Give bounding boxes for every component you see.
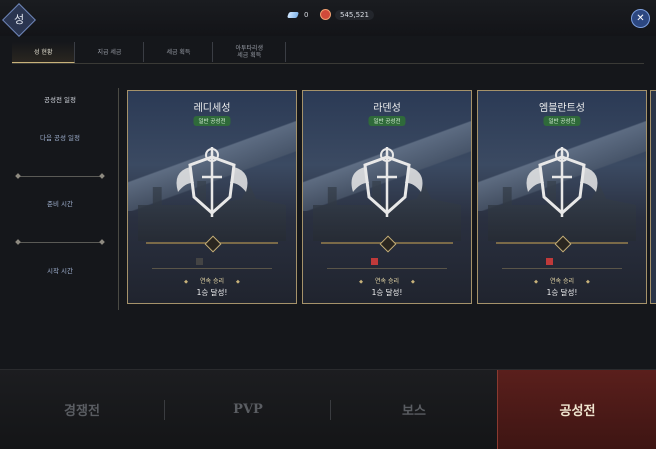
tab-atutari-tax[interactable]: 아투타리생 세금 획득	[213, 42, 287, 62]
siege-type-badge: 일반 공성전	[543, 116, 581, 126]
flag-icon	[371, 258, 378, 265]
tab-tax-earned[interactable]: 세금 획득	[144, 42, 214, 62]
siege-type-badge: 일반 공성전	[193, 116, 231, 126]
castle-card[interactable]: 라덴성 일반 공성전 연속 승리 1승 달성!	[302, 90, 472, 304]
shield-emblem-icon	[526, 147, 598, 217]
castle-card-partial[interactable]	[650, 90, 656, 304]
gem-currency: 0	[286, 8, 309, 21]
flag-icon	[546, 258, 553, 265]
nav-separator	[330, 400, 331, 420]
gem-icon	[286, 11, 300, 18]
tab-tax-paid[interactable]: 지급 세금	[75, 42, 145, 62]
side-start-time: 시작 시간	[47, 267, 73, 275]
siege-type-badge: 일반 공성전	[368, 116, 406, 126]
card-divider	[327, 268, 447, 269]
sidebar-divider	[118, 88, 119, 310]
castle-menu-label: 성	[13, 13, 25, 26]
shield-emblem-icon	[176, 147, 248, 217]
coin-icon	[320, 9, 331, 20]
nav-pvp[interactable]: PVP	[166, 370, 330, 449]
castle-card[interactable]: 레디세성 일반 공성전 연속 승리 1승 달성!	[127, 90, 297, 304]
streak-label: 연속 승리	[478, 276, 646, 285]
flag-icon	[196, 258, 203, 265]
streak-result: 1승 달성!	[196, 288, 228, 297]
castle-menu-button[interactable]: 성	[2, 3, 36, 37]
gold-count: 545,521	[335, 9, 374, 20]
tab-label: 성 현황	[34, 48, 53, 56]
streak-label: 연속 승리	[128, 276, 296, 285]
gold-currency: 545,521	[320, 8, 374, 21]
card-divider	[502, 268, 622, 269]
tab-label: 지급 세금	[97, 48, 122, 56]
close-button[interactable]: ✕	[631, 9, 650, 28]
streak-result: 1승 달성!	[371, 288, 403, 297]
castle-name: 라덴성	[373, 103, 401, 114]
tab-label: 세금 획득	[166, 48, 191, 56]
nav-boss[interactable]: 보스	[332, 370, 496, 449]
side-prep-time: 준비 시간	[47, 200, 73, 208]
side-divider	[18, 176, 102, 177]
castle-name: 엠블란트성	[539, 103, 585, 114]
top-bar: 성 0 545,521 ✕	[0, 0, 656, 37]
streak-label: 연속 승리	[303, 276, 471, 285]
tab-divider	[12, 63, 644, 64]
streak-result: 1승 달성!	[546, 288, 578, 297]
side-siege-schedule[interactable]: 공성전 일정	[18, 94, 102, 104]
castle-card[interactable]: 엠블란트성 일반 공성전 연속 승리 1승 달성!	[477, 90, 647, 304]
shield-emblem-icon	[351, 147, 423, 217]
tab-bar: 성 현황 지급 세금 세금 획득 아투타리생 세금 획득	[12, 42, 287, 64]
side-next-siege: 다음 공성 일정	[39, 134, 80, 142]
tab-label: 아투타리생 세금 획득	[235, 45, 264, 59]
tab-castle-status[interactable]: 성 현황	[12, 42, 76, 63]
side-divider	[18, 242, 102, 243]
card-divider	[152, 268, 272, 269]
nav-separator	[164, 400, 165, 420]
nav-siege[interactable]: 공성전	[497, 370, 656, 449]
gem-count: 0	[304, 10, 309, 19]
nav-competition[interactable]: 경쟁전	[0, 370, 164, 449]
castle-name: 레디세성	[193, 103, 231, 114]
bottom-nav: 경쟁전 PVP 보스 공성전	[0, 369, 656, 449]
